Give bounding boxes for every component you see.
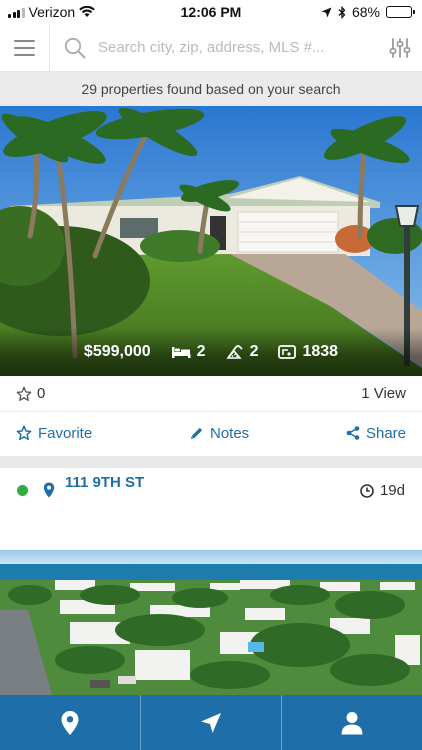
clock-icon <box>360 483 374 498</box>
notes-button[interactable]: Notes <box>189 425 249 442</box>
status-bar: Verizon 12:06 PM 68% <box>0 0 422 24</box>
listing-header[interactable]: 111 9TH ST 19d <box>0 468 422 550</box>
card-divider <box>0 456 422 468</box>
notes-label: Notes <box>209 424 250 442</box>
nav-nearby-button[interactable] <box>141 695 282 750</box>
baths-count: 2 <box>249 343 259 360</box>
listing-photo[interactable] <box>0 550 422 695</box>
favorite-count: 0 <box>16 385 45 402</box>
beds-stat: 2 <box>171 343 206 361</box>
listing-meta: 0 1 View <box>0 376 422 412</box>
favorite-button[interactable]: Favorite <box>16 425 92 442</box>
listing-actions: Favorite Notes Share <box>0 412 422 454</box>
share-button[interactable]: Share <box>346 425 406 442</box>
days-value: 19d <box>379 482 405 499</box>
nav-account-button[interactable] <box>282 695 422 750</box>
location-pin-icon <box>61 710 79 735</box>
results-count: 29 properties found based on your search <box>0 72 422 106</box>
search-icon <box>64 37 86 58</box>
area-icon <box>278 345 297 359</box>
nav-map-button[interactable] <box>0 695 141 750</box>
battery-percent: 68% <box>351 4 380 20</box>
user-icon <box>341 711 363 734</box>
baths-stat: 2 <box>225 343 259 361</box>
bluetooth-icon <box>338 5 346 19</box>
sqft-value: 1838 <box>302 343 339 360</box>
listing-address[interactable]: 111 9TH ST <box>65 474 144 491</box>
favorite-label: Favorite <box>38 424 93 442</box>
bottom-nav <box>0 695 422 750</box>
navigation-arrow-icon <box>201 712 221 733</box>
days-on-market: 19d <box>360 482 405 499</box>
sqft-stat: 1838 <box>278 343 338 361</box>
location-arrow-icon <box>321 7 332 17</box>
filter-button[interactable] <box>378 24 422 72</box>
search-header <box>0 23 422 72</box>
pencil-icon <box>190 427 203 439</box>
listing-price: $599,000 <box>83 343 151 360</box>
hamburger-icon <box>14 39 35 42</box>
status-right: 68% <box>321 4 415 20</box>
share-icon <box>346 426 360 440</box>
search-bar[interactable] <box>50 24 378 72</box>
status-dot <box>17 485 28 496</box>
sliders-icon <box>389 37 411 58</box>
listing-photo[interactable]: $599,000 2 2 1838 <box>0 106 422 376</box>
aerial-photo <box>0 550 422 695</box>
search-input[interactable] <box>98 39 360 56</box>
star-outline-icon <box>16 425 32 441</box>
bath-icon <box>225 345 243 359</box>
beds-count: 2 <box>196 343 206 360</box>
bed-icon <box>171 347 191 358</box>
share-label: Share <box>365 424 406 442</box>
menu-button[interactable] <box>0 23 50 72</box>
star-outline-icon <box>16 386 32 401</box>
favorite-count-value: 0 <box>37 385 46 402</box>
view-count: 1 View <box>361 385 406 402</box>
location-pin-icon <box>43 482 55 498</box>
listing-summary: $599,000 2 2 1838 <box>0 328 422 376</box>
battery-icon <box>386 6 415 18</box>
